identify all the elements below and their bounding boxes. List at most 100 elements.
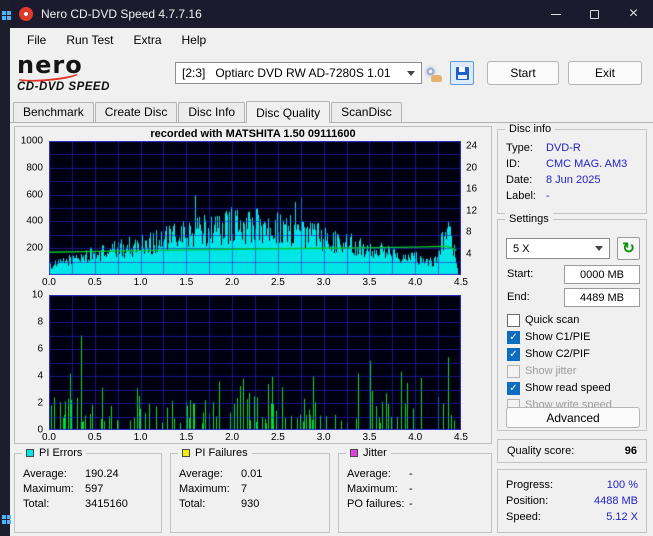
app-window: Nero CD-DVD Speed 4.7.7.16 × File Run Te… <box>10 0 653 536</box>
scan-speed-value: 5 X <box>513 242 530 255</box>
show-c1-pie-checkbox[interactable]: Show C1/PIE <box>507 330 590 344</box>
stat-row: Average: 0.01 <box>179 467 263 480</box>
tab-scandisc[interactable]: ScanDisc <box>331 102 402 122</box>
jitter-stats-group: Jitter Average: - Maximum: - PO failures: - <box>338 447 492 533</box>
disc-label-row: Label: - <box>506 190 550 202</box>
exit-button[interactable]: Exit <box>568 61 642 85</box>
pi-failures-stats-group: PI Failures Average: 0.01 Maximum: 7 Total… <box>170 447 330 533</box>
screen: Nero CD-DVD Speed 4.7.7.16 × File Run Te… <box>0 0 653 536</box>
product-wordmark: CD-DVD SPEED <box>17 81 110 93</box>
refresh-icon: ↻ <box>622 240 635 257</box>
start-button[interactable]: Start <box>487 61 559 85</box>
disc-info-group: Disc info Type: DVD-R ID: CMC MAG. AM3 D… <box>497 123 647 214</box>
chevron-down-icon <box>407 70 415 76</box>
maximize-icon <box>590 9 599 19</box>
checkbox-icon <box>507 313 520 327</box>
app-icon <box>19 7 33 21</box>
start-position-field[interactable]: 0000 MB <box>564 265 640 284</box>
stat-row: Maximum: 597 <box>23 482 104 495</box>
pi-errors-stats-title: PI Errors <box>22 447 87 459</box>
chevron-down-icon <box>595 246 603 251</box>
quick-scan-checkbox[interactable]: Quick scan <box>507 313 579 327</box>
pi-failures-swatch-icon <box>182 449 190 457</box>
show-read-speed-checkbox[interactable]: Show read speed <box>507 381 611 395</box>
recorded-with-label: recorded with MATSHITA 1.50 09111600 <box>150 128 356 140</box>
disc-date-row: Date: 8 Jun 2025 <box>506 174 601 186</box>
save-icon <box>455 66 469 80</box>
speed-y-axis: 24 20 16 12 8 4 <box>466 140 478 260</box>
load-disc-button[interactable] <box>421 61 445 85</box>
stat-row: Total: 930 <box>179 497 260 510</box>
menu-extra[interactable]: Extra <box>123 30 171 50</box>
advanced-button[interactable]: Advanced <box>506 407 640 428</box>
menubar: File Run Test Extra Help <box>10 28 653 52</box>
speed-row: Speed: 5.12 X <box>506 511 638 523</box>
pi-failures-canvas <box>49 295 461 430</box>
menu-help[interactable]: Help <box>172 30 217 50</box>
pi-errors-y-axis: 1000 800 600 400 200 <box>20 135 43 254</box>
checkbox-icon <box>507 347 520 361</box>
end-position-field[interactable]: 4489 MB <box>564 288 640 307</box>
settings-title: Settings <box>505 213 553 225</box>
show-c2-pif-checkbox[interactable]: Show C2/PIF <box>507 347 590 361</box>
quality-score-value: 96 <box>624 445 637 457</box>
pi-failures-stats-title: PI Failures <box>178 447 252 459</box>
disc-type-row: Type: DVD-R <box>506 142 581 154</box>
taskbar-strip[interactable] <box>0 0 11 536</box>
stat-row: Average: - <box>347 467 413 480</box>
pi-failures-y-axis: 10 8 6 4 2 0 <box>31 289 43 436</box>
window-title: Nero CD-DVD Speed 4.7.7.16 <box>41 7 202 21</box>
pi-errors-swatch-icon <box>26 449 34 457</box>
checkbox-icon <box>507 381 520 395</box>
nero-logo: nero CD-DVD SPEED <box>14 53 169 99</box>
checkbox-icon <box>507 330 520 344</box>
disc-quality-page: recorded with MATSHITA 1.50 09111600 100… <box>10 122 653 536</box>
disc-info-title: Disc info <box>505 123 556 135</box>
header-toolbar: nero CD-DVD SPEED [2:3] Optiarc DVD RW A… <box>10 52 653 100</box>
pi-errors-canvas <box>49 141 461 275</box>
disc-id-row: ID: CMC MAG. AM3 <box>506 158 628 170</box>
maximize-button[interactable] <box>575 0 614 28</box>
tab-disc-quality[interactable]: Disc Quality <box>246 101 331 123</box>
start-position-label: Start: <box>507 268 534 280</box>
tab-benchmark[interactable]: Benchmark <box>13 102 94 122</box>
pi-errors-stats-group: PI Errors Average: 190.24 Maximum: 597 Tot… <box>14 447 162 533</box>
stat-row: PO failures: - <box>347 497 413 510</box>
titlebar: Nero CD-DVD Speed 4.7.7.16 × <box>10 0 653 28</box>
stat-row: Total: 3415160 <box>23 497 128 510</box>
minimize-button[interactable] <box>536 0 575 28</box>
minimize-icon <box>550 13 561 15</box>
caption-buttons: × <box>536 0 653 28</box>
chart-panel: recorded with MATSHITA 1.50 09111600 100… <box>14 126 492 444</box>
save-results-button[interactable] <box>450 61 474 85</box>
hand-disc-icon <box>424 64 442 82</box>
show-jitter-checkbox[interactable]: Show jitter <box>507 364 576 378</box>
jitter-swatch-icon <box>350 449 358 457</box>
refresh-button[interactable]: ↻ <box>617 237 640 260</box>
stat-row: Maximum: 7 <box>179 482 248 495</box>
jitter-stats-title: Jitter <box>346 447 391 459</box>
tab-bar: Benchmark Create Disc Disc Info Disc Qua… <box>10 100 653 123</box>
windows-logo-icon[interactable] <box>2 515 11 524</box>
settings-group: Settings 5 X ↻ Start: 0000 MB End: 4489 … <box>497 213 647 431</box>
progress-row: Progress: 100 % <box>506 479 638 491</box>
pi-failures-x-axis: 0.0 0.5 1.0 1.5 2.0 2.5 3.0 3.5 4.0 4.5 <box>42 432 468 443</box>
pi-errors-x-axis: 0.0 0.5 1.0 1.5 2.0 2.5 3.0 3.5 4.0 4.5 <box>42 277 468 288</box>
stat-row: Average: 190.24 <box>23 467 119 480</box>
windows-logo-icon[interactable] <box>2 11 11 20</box>
menu-file[interactable]: File <box>17 30 56 50</box>
drive-select-value: [2:3] Optiarc DVD RW AD-7280S 1.01 <box>182 66 391 80</box>
menu-run-test[interactable]: Run Test <box>56 30 123 50</box>
position-row: Position: 4488 MB <box>506 495 638 507</box>
stat-row: Maximum: - <box>347 482 413 495</box>
drive-select[interactable]: [2:3] Optiarc DVD RW AD-7280S 1.01 <box>175 62 422 84</box>
close-button[interactable]: × <box>614 0 653 28</box>
checkbox-icon <box>507 364 520 378</box>
quality-score-label: Quality score: <box>507 445 575 457</box>
tab-create-disc[interactable]: Create Disc <box>94 102 178 122</box>
end-position-label: End: <box>507 291 530 303</box>
progress-group: Progress: 100 % Position: 4488 MB Speed:… <box>497 469 647 533</box>
quality-score-group: Quality score: 96 <box>497 439 647 463</box>
tab-disc-info[interactable]: Disc Info <box>178 102 246 122</box>
scan-speed-select[interactable]: 5 X <box>506 238 610 259</box>
